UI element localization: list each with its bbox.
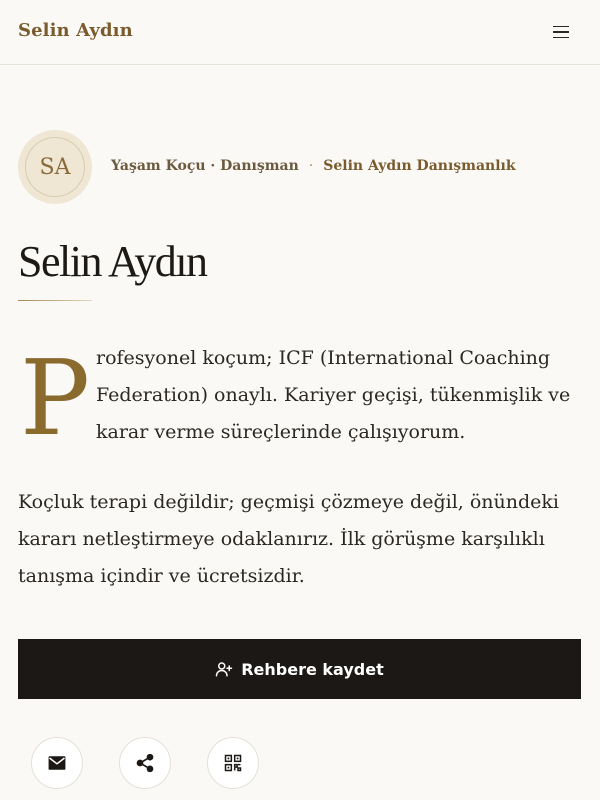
add-user-icon: [215, 662, 233, 677]
page-title: Selin Aydın: [18, 237, 208, 286]
bio-paragraph-1: rofesyonel koçum; ICF (International Coa…: [96, 347, 571, 443]
bio-paragraph-2: Koçluk terapi değildir; geçmişi çözmeye …: [18, 491, 560, 587]
menu-line: [553, 36, 569, 39]
share-icon: [136, 753, 154, 773]
meta-separator: ·: [308, 158, 314, 174]
share-button[interactable]: [119, 737, 171, 789]
top-bar: Selin Aydın: [0, 0, 600, 65]
drop-cap: P: [20, 337, 90, 459]
title-divider: [18, 300, 92, 301]
profile-meta: Yaşam Koçu · Danışman · Selin Aydın Danışm…: [111, 158, 516, 174]
qr-code-button[interactable]: [207, 737, 259, 789]
avatar-initials: SA: [25, 137, 85, 197]
role-label: Yaşam Koçu · Danışman: [111, 158, 299, 174]
qr-code-icon: [224, 754, 242, 772]
avatar: SA: [18, 130, 92, 204]
mail-icon: [48, 756, 66, 770]
brand-name[interactable]: Selin Aydın: [18, 20, 133, 41]
hamburger-menu-icon[interactable]: [548, 19, 574, 45]
menu-line: [553, 31, 569, 33]
menu-line: [553, 25, 569, 28]
save-contact-label: Rehbere kaydet: [241, 659, 384, 679]
save-contact-button[interactable]: Rehbere kaydet: [18, 639, 581, 699]
company-label: Selin Aydın Danışmanlık: [323, 158, 516, 174]
email-button[interactable]: [31, 737, 83, 789]
